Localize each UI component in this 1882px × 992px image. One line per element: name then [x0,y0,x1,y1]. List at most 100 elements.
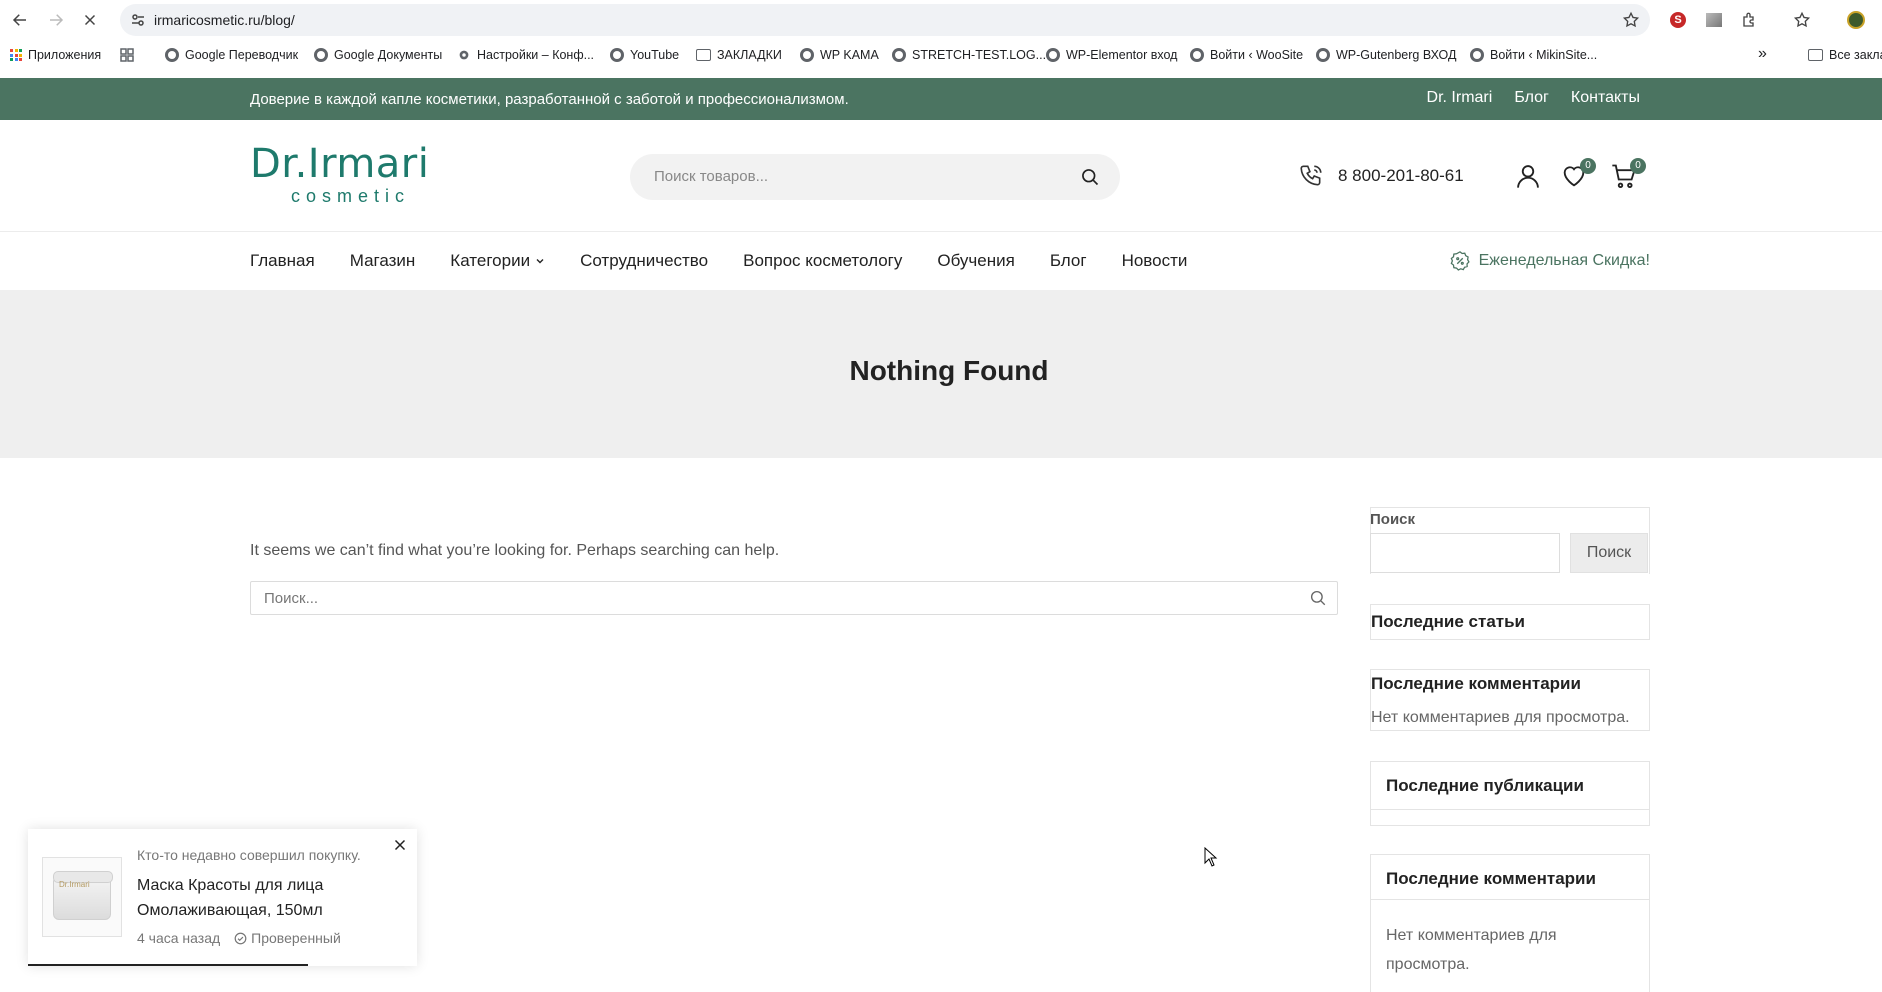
wishlist-heart-icon[interactable]: 0 [1560,158,1596,190]
globe-icon [1046,48,1060,62]
nav-item-cooperation[interactable]: Сотрудничество [580,251,708,271]
search-icon[interactable] [1309,589,1327,607]
logo-sub-text: cosmetic [291,186,411,206]
site-header: Dr.Irmari cosmetic Поиск товаров... 8 80… [0,120,1882,232]
promo-label: Еженедельная Скидка! [1478,252,1650,269]
cart-count-badge: 0 [1630,158,1646,174]
bookmark-wp-elementor[interactable]: WP-Elementor вход [1046,48,1177,62]
search-placeholder: Поиск товаров... [654,168,769,185]
nav-item-blog[interactable]: Блог [1050,251,1087,271]
stop-loading-icon[interactable] [78,8,102,32]
search-placeholder: Поиск... [264,590,319,607]
page-title-banner: Nothing Found [0,290,1882,458]
bookmark-star-icon[interactable] [1622,11,1640,29]
account-user-icon[interactable] [1514,162,1542,190]
bookmark-label: Google Переводчик [185,48,299,62]
cart-icon[interactable]: 0 [1610,158,1646,190]
browser-toolbar: irmaricosmetic.ru/blog/ S [0,0,1882,40]
bookmark-label: Все заклад [1829,48,1882,62]
widget-empty-text: Нет комментариев для просмотра. [1386,927,1557,973]
site-logo[interactable]: Dr.Irmari cosmetic [250,142,429,206]
product-name-link[interactable]: Маска Красоты для лица Омолаживающая, 15… [137,873,387,923]
nav-item-shop[interactable]: Магазин [350,251,416,271]
bookmark-folder-zakladki[interactable]: ЗАКЛАДКИ [696,48,782,62]
tagline: Доверие в каждой капле косметики, разраб… [250,91,849,108]
product-thumbnail[interactable]: Dr.Irmari [42,857,122,937]
popup-timer-progress [28,964,309,966]
widget-title: Последние публикации [1386,776,1584,795]
sidebar-search-button[interactable]: Поиск [1570,533,1648,573]
extension-gray-icon[interactable] [1704,10,1724,30]
bookmark-all-folder[interactable]: Все заклад [1808,48,1882,62]
check-circle-icon [234,932,247,944]
top-link-blog[interactable]: Блог [1514,89,1549,107]
top-link-contacts[interactable]: Контакты [1571,89,1640,107]
search-icon[interactable] [1080,167,1100,187]
more-bookmarks-chevron-icon[interactable]: » [1758,45,1767,63]
chevron-down-icon [536,259,544,264]
bookmark-woosite[interactable]: Войти ‹ WooSite [1190,48,1303,62]
widget-empty-text: Нет комментариев для просмотра. [1371,709,1630,726]
wishlist-count-badge: 0 [1580,158,1596,174]
tab-groups-icon[interactable] [120,48,134,62]
bookmark-stretch-test[interactable]: STRETCH-TEST.LOG... [892,48,1046,62]
bookmark-wp-kama[interactable]: WP KAMA [800,48,879,62]
widget-title: Последние статьи [1371,612,1526,631]
globe-icon [1470,48,1484,62]
extensions-puzzle-icon[interactable] [1740,10,1760,30]
recent-purchase-popup[interactable]: Dr.Irmari Кто-то недавно совершил покупк… [28,829,417,966]
bookmarks-bar: Приложения Google Переводчик Google Доку… [0,42,1882,72]
bookmark-label: Войти ‹ MikinSite... [1490,48,1598,62]
nav-item-categories[interactable]: Категории [450,251,545,271]
globe-icon [165,48,179,62]
bookmark-label: ЗАКЛАДКИ [717,48,782,62]
recent-posts-widget: Последние статьи [1370,604,1650,640]
bookmark-label: YouTube [630,48,680,62]
nav-item-ask-cosmetologist[interactable]: Вопрос косметологу [743,251,902,271]
site-settings-icon[interactable] [130,12,146,28]
phone-number: 8 800-201-80-61 [1338,166,1464,185]
content-search-input[interactable]: Поиск... [250,581,1338,615]
page-title: Nothing Found [849,355,1049,386]
verified-label: Проверенный [251,930,341,946]
bookmark-google-translate[interactable]: Google Переводчик [165,48,298,62]
url-text[interactable]: irmaricosmetic.ru/blog/ [154,12,295,28]
nav-item-training[interactable]: Обучения [937,251,1015,271]
nav-item-news[interactable]: Новости [1122,251,1188,271]
phone-contact[interactable]: 8 800-201-80-61 [1298,163,1464,189]
logo-main-text: Dr.Irmari [250,141,430,187]
bookmark-google-docs[interactable]: Google Документы [314,48,442,62]
bookmark-label: WP-Gutenberg ВХОД [1336,48,1457,62]
bookmark-settings[interactable]: Настройки – Конф... [457,48,594,62]
phone-icon [1300,165,1322,186]
bookmark-label: WP-Elementor вход [1066,48,1178,62]
address-bar[interactable]: irmaricosmetic.ru/blog/ [120,4,1650,36]
bookmark-label: Приложения [28,48,102,62]
back-arrow-icon[interactable] [8,8,32,32]
widget-title: Последние комментарии [1386,869,1596,888]
product-search-input[interactable]: Поиск товаров... [630,154,1120,200]
sidebar-search-input[interactable] [1370,533,1560,573]
purchase-intro-text: Кто-то недавно совершил покупку. [137,847,361,863]
globe-icon [1316,48,1330,62]
globe-icon [800,48,814,62]
profile-avatar-icon[interactable] [1846,10,1866,30]
weekly-discount-link[interactable]: Еженедельная Скидка! [1449,250,1650,272]
top-links: Dr. Irmari Блог Контакты [1427,89,1640,107]
verified-badge: Проверенный [234,930,341,946]
forward-arrow-icon[interactable] [44,8,68,32]
sidebar-search-widget: Поиск Поиск [1370,507,1650,574]
top-link-dr-irmari[interactable]: Dr. Irmari [1427,89,1493,107]
bookmark-wp-gutenberg[interactable]: WP-Gutenberg ВХОД [1316,48,1456,62]
bookmark-apps[interactable]: Приложения [10,48,101,62]
widget-divider [1371,899,1649,900]
bookmark-mikinsite[interactable]: Войти ‹ MikinSite... [1470,48,1597,62]
close-icon[interactable] [391,836,409,854]
nav-item-label: Категории [450,251,531,270]
nav-item-home[interactable]: Главная [250,251,315,271]
extension-s-icon[interactable]: S [1668,10,1688,30]
bookmark-youtube[interactable]: YouTube [610,48,679,62]
bookmarks-star-icon[interactable] [1792,10,1812,30]
purchase-time: 4 часа назад [137,930,221,946]
recent-comments-widget: Последние комментарии Нет комментариев д… [1370,669,1650,731]
